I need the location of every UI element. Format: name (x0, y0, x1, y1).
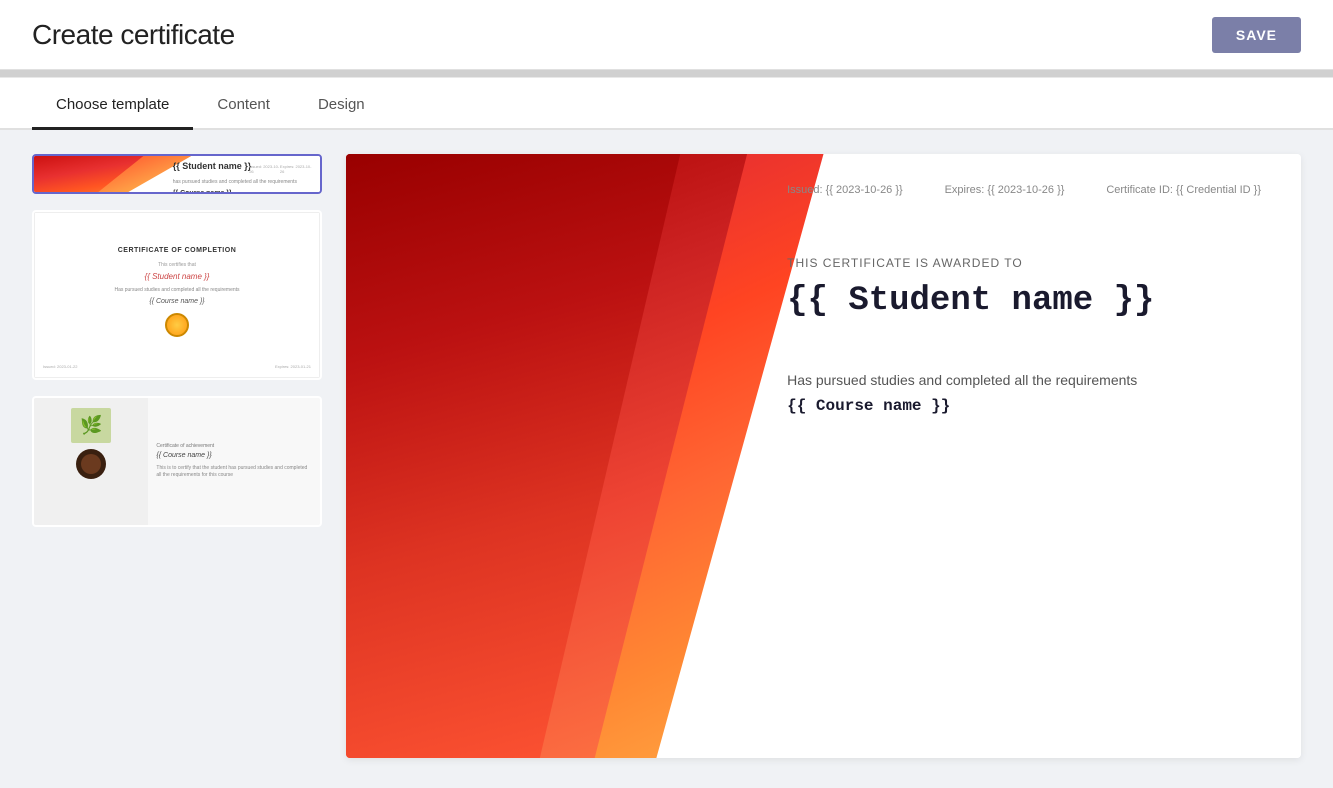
template-label-abstract-vibrant: Abstract - Vibrant (34, 192, 320, 194)
preview-cert-id: Certificate ID: {{ Credential ID }} (1106, 184, 1261, 196)
tab-design[interactable]: Design (294, 78, 389, 130)
thumbnail-classic-pursued: Has pursued studies and completed all th… (114, 287, 239, 294)
preview-text-area: Issued: {{ 2023-10-26 }} Expires: {{ 202… (747, 154, 1301, 758)
thumbnail-abstract-vibrant: Issued: 2023-10-26 Expires: 2023-10-26 T… (34, 156, 320, 192)
thumbnail-classic-student: {{ Student name }} (145, 272, 210, 281)
preview-meta-bar: Issued: {{ 2023-10-26 }} Expires: {{ 202… (787, 184, 1261, 196)
preview-student-name: {{ Student name }} (787, 282, 1261, 320)
preview-abstract-vibrant: Issued: {{ 2023-10-26 }} Expires: {{ 202… (346, 154, 1301, 758)
tabs-container: Choose template Content Design (0, 78, 1333, 130)
preview-expires: Expires: {{ 2023-10-26 }} (945, 184, 1065, 196)
thumbnail-top-bar: Issued: 2023-10-26 Expires: 2023-10-26 (249, 164, 312, 174)
thumbnail-achievement-cert-label: Certificate of achievement (156, 443, 312, 449)
thumbnail-left-col: 🌿 (34, 398, 148, 525)
template-label-classic-simple: Classic - Simple (34, 378, 320, 380)
template-card-achievement[interactable]: 🌿 Certificate of achievement {{ Course n… (32, 396, 322, 527)
preview-course-name: {{ Course name }} (787, 397, 1261, 415)
thumbnail-issued-date: Issued: 2023-01-22 (43, 364, 77, 369)
preview-panel: Issued: {{ 2023-10-26 }} Expires: {{ 202… (346, 154, 1301, 758)
template-card-classic-simple[interactable]: CERTIFICATE OF COMPLETION This certifies… (32, 210, 322, 380)
progress-bar-container (0, 70, 1333, 78)
progress-bar (0, 70, 1333, 77)
thumbnail-expires-date: Expires: 2023-01-21 (275, 364, 311, 369)
preview-awarded-label: THIS CERTIFICATE IS AWARDED TO (787, 256, 1261, 270)
thumbnail-issued: Issued: 2023-10-26 (249, 164, 280, 174)
thumbnail-classic-course: {{ Course name }} (149, 298, 204, 305)
template-card-abstract-vibrant[interactable]: Issued: 2023-10-26 Expires: 2023-10-26 T… (32, 154, 322, 194)
page-title: Create certificate (32, 19, 235, 51)
tabs: Choose template Content Design (32, 78, 1301, 128)
preview-issued: Issued: {{ 2023-10-26 }} (787, 184, 903, 196)
main-content: Issued: 2023-10-26 Expires: 2023-10-26 T… (0, 130, 1333, 782)
thumbnail-cert-title: CERTIFICATE OF COMPLETION (118, 247, 237, 254)
thumbnail-expires: Expires: 2023-10-26 (280, 164, 312, 174)
thumbnail-certify: This certifies that (158, 262, 196, 268)
coffee-inner (81, 454, 101, 474)
thumbnail-body: has pursued studies and completed all th… (173, 179, 310, 186)
thumbnail-right-col: Certificate of achievement {{ Course nam… (148, 398, 320, 525)
save-button[interactable]: SAVE (1212, 17, 1301, 53)
tab-content[interactable]: Content (193, 78, 294, 130)
coffee-icon (76, 449, 106, 479)
thumbnail-achievement-course: {{ Course name }} (156, 452, 312, 459)
thumbnail-bottom-bar: Issued: 2023-01-22 Expires: 2023-01-21 (43, 364, 311, 369)
plant-icon: 🌿 (71, 408, 111, 443)
thumbnail-content-area: Issued: 2023-10-26 Expires: 2023-10-26 T… (163, 156, 320, 192)
thumbnail-achievement: 🌿 Certificate of achievement {{ Course n… (34, 398, 320, 525)
template-label-achievement: Achievement (34, 525, 320, 527)
template-list: Issued: 2023-10-26 Expires: 2023-10-26 T… (32, 154, 322, 758)
thumbnail-classic-simple: CERTIFICATE OF COMPLETION This certifies… (34, 212, 320, 378)
thumbnail-course: {{ Course name }} (173, 190, 310, 192)
tab-choose-template[interactable]: Choose template (32, 78, 193, 130)
thumbnail-seal (165, 313, 189, 337)
thumbnail-achievement-body: This is to certify that the student has … (156, 465, 312, 479)
preview-body-text: Has pursued studies and completed all th… (787, 370, 1261, 391)
thumbnail-awarded: THIS CERTIFICATE IS AWARDED TO (173, 156, 310, 157)
page-header: Create certificate SAVE (0, 0, 1333, 70)
